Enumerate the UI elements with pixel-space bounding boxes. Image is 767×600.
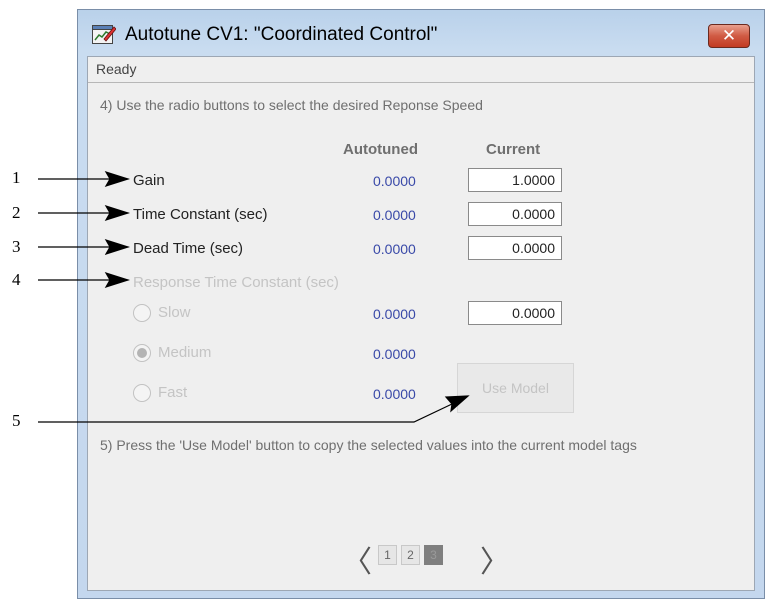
callout-arrowhead-5: [444, 395, 470, 413]
callout-line-5: [38, 403, 453, 423]
callout-leaders: [38, 170, 470, 423]
